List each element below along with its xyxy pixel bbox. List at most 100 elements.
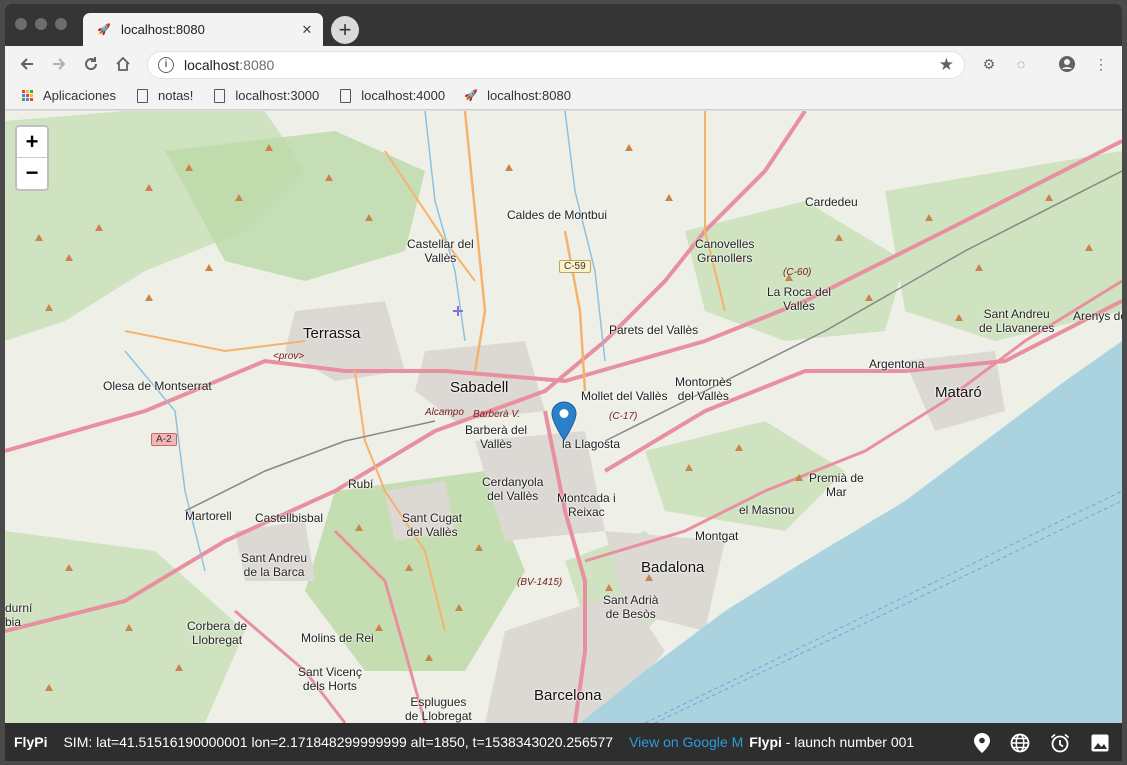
address-text: localhost:8080 <box>184 57 939 73</box>
bookmark-label: localhost:4000 <box>361 88 446 103</box>
place-label: Rubí <box>348 477 374 491</box>
place-label: Sant Adrià de Besòs <box>603 593 659 621</box>
place-label: Montornès del Vallès <box>675 375 732 403</box>
road-label: (C-17) <box>609 411 638 422</box>
back-arrow-icon <box>20 58 33 70</box>
app-name: FlyPi <box>14 734 48 750</box>
zoom-out-button[interactable]: − <box>17 158 47 189</box>
place-label: Sabadell <box>450 379 509 396</box>
back-button[interactable] <box>15 52 39 76</box>
place-label: Sant Andreu de la Barca <box>241 551 308 579</box>
home-icon <box>116 56 130 71</box>
place-label: Castellar del Vallès <box>407 237 474 265</box>
map-view[interactable]: + − Terrassa Sabadell Badalona Barcelona… <box>5 111 1122 723</box>
location-pin-icon[interactable] <box>971 732 993 754</box>
tab-title: localhost:8080 <box>121 22 205 37</box>
alarm-clock-icon[interactable] <box>1049 732 1071 754</box>
reload-button[interactable] <box>79 52 103 76</box>
bookmark-localhost-3000[interactable]: localhost:3000 <box>211 88 319 104</box>
page-icon <box>337 88 353 104</box>
zoom-in-button[interactable]: + <box>17 127 47 158</box>
place-label: Esplugues de Llobregat <box>405 695 472 723</box>
place-label: Cardedeu <box>805 195 858 209</box>
place-label: Mataró <box>935 384 982 401</box>
road-label: Barberà V. <box>473 409 521 420</box>
place-label: Canovelles Granollers <box>695 237 755 265</box>
location-marker-icon <box>551 401 577 441</box>
bookmark-localhost-4000[interactable]: localhost:4000 <box>337 88 445 104</box>
bookmark-label: localhost:8080 <box>487 88 571 103</box>
launch-number: - launch number 001 <box>785 734 915 750</box>
place-label: Sant Vicenç dels Horts <box>298 665 362 693</box>
address-port: :8080 <box>239 57 275 73</box>
bookmark-label: localhost:3000 <box>235 88 320 103</box>
bookmark-localhost-8080[interactable]: 🚀 localhost:8080 <box>463 88 571 104</box>
road-shield: C-59 <box>559 260 591 273</box>
place-label: Sant Cugat del Vallès <box>402 511 463 539</box>
extension-circle-icon[interactable]: ◌ <box>1011 54 1031 74</box>
bookmark-aplicaciones[interactable]: Aplicaciones <box>19 88 116 104</box>
launch-info: Flypi - launch number 001 <box>749 734 914 750</box>
bookmark-notas[interactable]: notas! <box>134 88 193 104</box>
place-label: Molins de Rei <box>301 631 374 645</box>
google-maps-link[interactable]: View on Google M <box>629 734 743 750</box>
road-label: <prov> <box>273 351 305 362</box>
place-label: La Roca del Vallès <box>767 285 832 313</box>
page-icon <box>134 88 150 104</box>
forward-arrow-icon <box>53 58 66 70</box>
rocket-icon: 🚀 <box>97 24 111 36</box>
page-icon <box>211 88 227 104</box>
close-window-button[interactable] <box>15 18 27 30</box>
minimize-window-button[interactable] <box>35 18 47 30</box>
sim-readout: SIM: lat=41.51516190000001 lon=2.1718482… <box>63 734 614 750</box>
place-label: Barberà del Vallès <box>465 423 528 451</box>
road-shield: A-2 <box>151 433 177 446</box>
road-label: (BV-1415) <box>517 577 563 588</box>
address-bar[interactable]: i localhost:8080 ★ <box>147 51 965 79</box>
place-label: Cerdanyola del Vallès <box>482 475 544 503</box>
forward-button[interactable] <box>47 52 71 76</box>
place-label: Barcelona <box>534 687 602 704</box>
launch-app-name: Flypi <box>749 734 782 750</box>
bookmark-label: notas! <box>158 88 194 103</box>
place-label: durní bia <box>5 601 33 629</box>
place-label: Caldes de Montbui <box>507 208 608 222</box>
address-host: localhost <box>184 57 240 73</box>
place-label: Corbera de Llobregat <box>187 619 248 647</box>
bookmark-star-icon[interactable]: ★ <box>939 55 954 75</box>
close-icon[interactable]: ✕ <box>299 22 315 38</box>
place-label: Terrassa <box>303 325 361 342</box>
place-label: Badalona <box>641 559 705 576</box>
new-tab-button[interactable]: + <box>331 16 359 44</box>
zoom-control: + − <box>15 125 49 191</box>
home-button[interactable] <box>111 52 135 76</box>
place-label: Olesa de Montserrat <box>103 379 212 393</box>
place-label: Arenys de <box>1073 309 1122 323</box>
account-icon[interactable] <box>1057 54 1077 74</box>
place-label: el Masnou <box>739 503 795 517</box>
place-label: Montcada i Reixac <box>557 491 616 519</box>
extension-gear-icon[interactable]: ⚙ <box>979 54 999 74</box>
browser-toolbar: i localhost:8080 ★ ⚙ ◌ ⋮ <box>5 46 1122 82</box>
place-label: Parets del Vallès <box>609 323 699 337</box>
bookmarks-bar: Aplicaciones notas! localhost:3000 local… <box>5 82 1122 110</box>
road-label: (C-60) <box>783 267 812 278</box>
place-label: Sant Andreu de Llavaneres <box>979 307 1055 335</box>
place-label: Castellbisbal <box>255 511 324 525</box>
browser-tab[interactable]: 🚀 localhost:8080 ✕ <box>83 13 323 46</box>
info-icon[interactable]: i <box>158 57 174 73</box>
maximize-window-button[interactable] <box>55 18 67 30</box>
position-marker[interactable] <box>551 401 577 441</box>
tab-strip: 🚀 localhost:8080 ✕ + <box>5 4 1122 46</box>
rocket-icon: 🚀 <box>464 90 478 102</box>
status-bar: FlyPi SIM: lat=41.51516190000001 lon=2.1… <box>5 723 1122 761</box>
browser-window: 🚀 localhost:8080 ✕ + i localhost:8080 ★ … <box>5 4 1122 761</box>
reload-icon <box>85 57 98 71</box>
menu-kebab-icon[interactable]: ⋮ <box>1091 54 1111 74</box>
place-label: Montgat <box>695 529 739 543</box>
globe-icon[interactable] <box>1009 732 1031 754</box>
road-label: Alcampo <box>425 407 464 418</box>
place-label: Martorell <box>185 509 232 523</box>
bookmark-label: Aplicaciones <box>43 88 116 103</box>
image-icon[interactable] <box>1089 732 1111 754</box>
